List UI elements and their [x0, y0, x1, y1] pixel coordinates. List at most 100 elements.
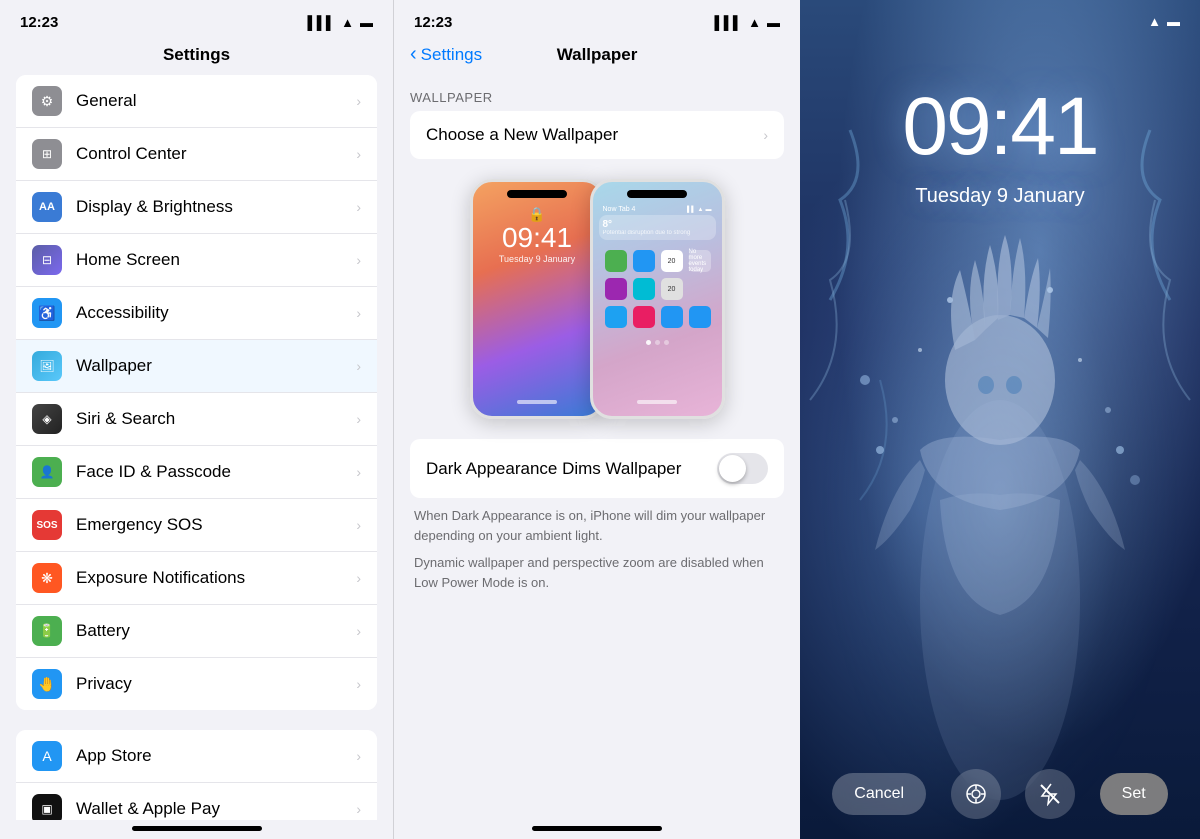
chevron-icon: ›: [356, 199, 361, 215]
display-label: Display & Brightness: [76, 197, 356, 217]
wifi-icon: ▲: [341, 15, 354, 30]
phone-home-content: Now Tab 4 ▌▌ ▲ ▬ 8° Potential disruption…: [593, 202, 722, 338]
privacy-label: Privacy: [76, 674, 356, 694]
phone-home-indicator-2: [637, 400, 677, 404]
page-dots: [593, 340, 722, 345]
app-icon-phone: [605, 250, 627, 272]
sidebar-item-control-center[interactable]: ⊞ Control Center ›: [16, 128, 377, 181]
status-time-2: 12:23: [414, 14, 452, 31]
home-indicator-1: [132, 826, 262, 831]
dark-appearance-toggle[interactable]: [717, 453, 768, 484]
choose-wallpaper-row[interactable]: Choose a New Wallpaper ›: [410, 111, 784, 159]
settings-panel: 12:23 ▌▌▌ ▲ ▬ Settings ⚙ General › ⊞ Con…: [0, 0, 393, 839]
chevron-icon: ›: [356, 93, 361, 109]
sidebar-item-privacy[interactable]: 🤚 Privacy ›: [16, 658, 377, 710]
appstore-label: App Store: [76, 746, 356, 766]
sidebar-item-wallet[interactable]: ▣ Wallet & Apple Pay ›: [16, 783, 377, 820]
siri-icon: ◈: [32, 404, 62, 434]
sidebar-item-exposure[interactable]: ❋ Exposure Notifications ›: [16, 552, 377, 605]
lockscreen-panel: ▲ ▬ 09:41 Tuesday 9 January Cancel Set: [800, 0, 1200, 839]
phone-lock-content: 🔒 09:41 Tuesday 9 January: [473, 202, 602, 268]
settings-scroll[interactable]: ⚙ General › ⊞ Control Center › AA Displa…: [0, 75, 393, 820]
app-icon-cal2: 20: [661, 278, 683, 300]
sos-label: Emergency SOS: [76, 515, 356, 535]
wallpaper-content[interactable]: WALLPAPER Choose a New Wallpaper › 🔒 09:…: [394, 76, 800, 820]
phone-lock-time: 09:41: [473, 223, 602, 254]
chevron-icon: ›: [356, 570, 361, 586]
battery-icon-item: 🔋: [32, 616, 62, 646]
choose-wallpaper-label: Choose a New Wallpaper: [426, 125, 618, 145]
app-icon-facetime: [633, 278, 655, 300]
lockscreen-time: 09:41: [800, 80, 1200, 174]
control-center-label: Control Center: [76, 144, 356, 164]
app-icon-mail: [689, 306, 711, 328]
target-icon-button[interactable]: [951, 769, 1001, 819]
home-indicator-2: [532, 826, 662, 831]
faceid-label: Face ID & Passcode: [76, 462, 356, 482]
app-icon-calendar: 20: [661, 250, 683, 272]
app-icon-instagram: [633, 306, 655, 328]
homescreen-icon: ⊟: [32, 245, 62, 275]
sidebar-item-general[interactable]: ⚙ General ›: [16, 75, 377, 128]
phone-app-grid: 20 No more events today 20: [599, 244, 716, 334]
app-icon-viber: [605, 278, 627, 300]
cancel-button[interactable]: Cancel: [832, 773, 926, 815]
sidebar-item-homescreen[interactable]: ⊟ Home Screen ›: [16, 234, 377, 287]
phone-notch-left: [507, 190, 567, 198]
chevron-icon: ›: [356, 146, 361, 162]
back-button[interactable]: ‹ Settings: [410, 43, 482, 66]
set-button[interactable]: Set: [1100, 773, 1168, 815]
exposure-icon: ❋: [32, 563, 62, 593]
sidebar-item-sos[interactable]: SOS Emergency SOS ›: [16, 499, 377, 552]
widget-weather: 8° Potential disruption due to strong: [599, 215, 716, 240]
settings-group-2: A App Store › ▣ Wallet & Apple Pay ›: [16, 730, 377, 820]
chevron-icon: ›: [356, 305, 361, 321]
home-screen-preview: Now Tab 4 ▌▌ ▲ ▬ 8° Potential disruption…: [590, 179, 725, 419]
wallpaper-icon: 🖼: [32, 351, 62, 381]
accessibility-icon: ♿: [32, 298, 62, 328]
privacy-icon: 🤚: [32, 669, 62, 699]
wallpaper-nav-title: Wallpaper: [557, 45, 638, 65]
lockscreen-status: ▲ ▬: [1148, 14, 1180, 29]
settings-title: Settings: [0, 39, 393, 75]
phone-notch-right: [627, 190, 687, 198]
sidebar-item-accessibility[interactable]: ♿ Accessibility ›: [16, 287, 377, 340]
phone-previews: 🔒 09:41 Tuesday 9 January Now Tab 4 ▌▌ ▲…: [394, 179, 800, 439]
control-center-icon: ⊞: [32, 139, 62, 169]
back-label: Settings: [421, 45, 482, 65]
status-time-1: 12:23: [20, 14, 58, 31]
sidebar-item-siri[interactable]: ◈ Siri & Search ›: [16, 393, 377, 446]
status-icons-1: ▌▌▌ ▲ ▬: [307, 15, 373, 30]
ls-battery-icon: ▬: [1167, 14, 1180, 29]
display-icon: AA: [32, 192, 62, 222]
wallpaper-section-header: WALLPAPER: [394, 76, 800, 111]
sidebar-item-appstore[interactable]: A App Store ›: [16, 730, 377, 783]
phone-home-indicator: [517, 400, 557, 404]
sidebar-item-display[interactable]: AA Display & Brightness ›: [16, 181, 377, 234]
app-icon-widget2: No more events today: [689, 250, 711, 272]
flash-slash-icon: [1038, 782, 1062, 806]
status-bar-2: 12:23 ▌▌▌ ▲ ▬: [394, 0, 800, 39]
choose-chevron-icon: ›: [763, 127, 768, 143]
lockscreen-controls: Cancel Set: [800, 769, 1200, 819]
chevron-icon: ›: [356, 358, 361, 374]
wallpaper-label: Wallpaper: [76, 356, 356, 376]
wallet-label: Wallet & Apple Pay: [76, 799, 356, 819]
settings-group-1: ⚙ General › ⊞ Control Center › AA Displa…: [16, 75, 377, 710]
signal-icon: ▌▌▌: [307, 15, 335, 30]
dark-appearance-label: Dark Appearance Dims Wallpaper: [426, 459, 681, 479]
dark-appearance-group: Dark Appearance Dims Wallpaper: [410, 439, 784, 498]
flash-slash-icon-button[interactable]: [1025, 769, 1075, 819]
battery-icon-2: ▬: [767, 15, 780, 30]
sidebar-item-wallpaper[interactable]: 🖼 Wallpaper ›: [16, 340, 377, 393]
chevron-icon: ›: [356, 411, 361, 427]
sidebar-item-faceid[interactable]: 👤 Face ID & Passcode ›: [16, 446, 377, 499]
target-icon: [964, 782, 988, 806]
lock-screen-preview: 🔒 09:41 Tuesday 9 January: [470, 179, 605, 419]
chevron-icon: ›: [356, 676, 361, 692]
sidebar-item-battery[interactable]: 🔋 Battery ›: [16, 605, 377, 658]
lock-icon: 🔒: [473, 206, 602, 223]
toggle-knob: [719, 455, 746, 482]
desc-text-1: When Dark Appearance is on, iPhone will …: [414, 506, 780, 545]
app-icon-empty: [689, 278, 711, 300]
